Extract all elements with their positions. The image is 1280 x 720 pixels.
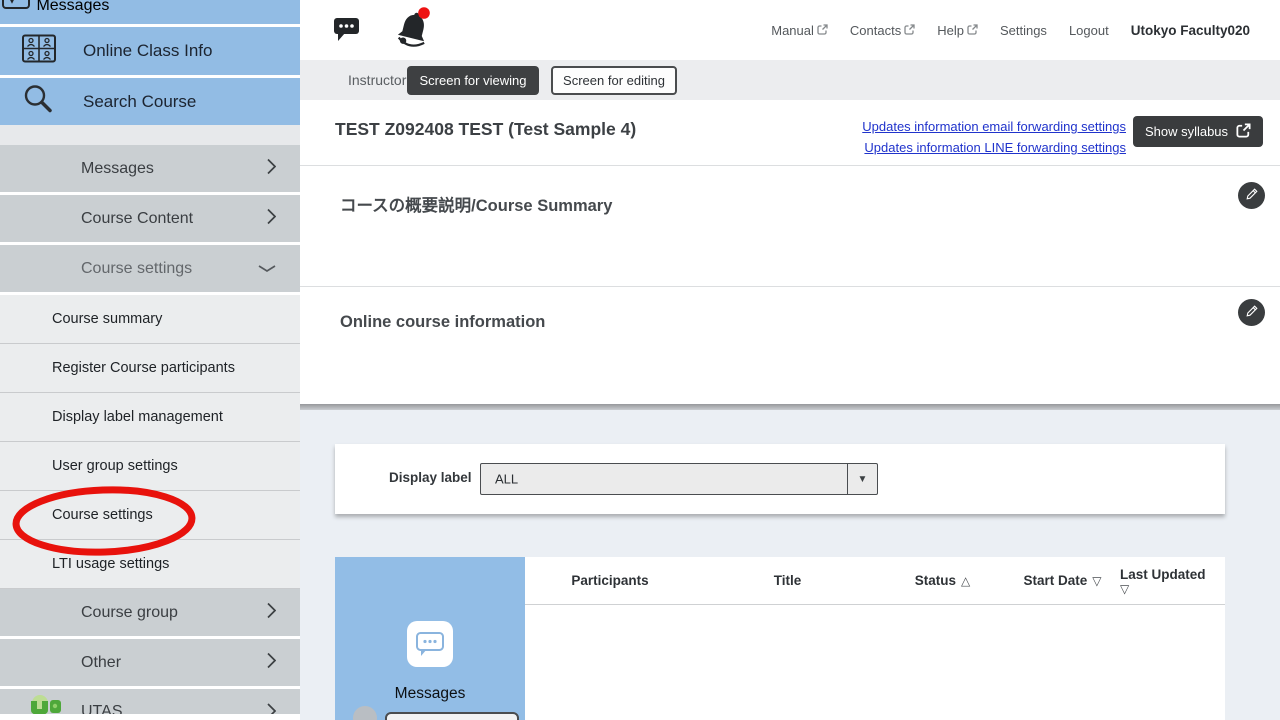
- online-course-info-heading: Online course information: [340, 313, 545, 332]
- view-tab-bar: Instructor Screen for viewing Screen for…: [300, 60, 1280, 100]
- nav-contacts-link[interactable]: Contacts: [850, 23, 915, 38]
- sidebar-item-online-class-info[interactable]: Online Class Info: [0, 27, 300, 75]
- email-forwarding-settings-link[interactable]: Updates information email forwarding set…: [862, 119, 1126, 134]
- nav-manual-link[interactable]: Manual: [771, 23, 828, 38]
- search-icon: [22, 83, 54, 120]
- group-label: UTAS: [81, 703, 122, 714]
- sidebar-group-messages[interactable]: Messages: [0, 145, 300, 192]
- course-header: TEST Z092408 TEST (Test Sample 4) Update…: [300, 100, 1280, 166]
- messages-tile[interactable]: Messages: [335, 557, 525, 720]
- partial-circle-control[interactable]: [353, 706, 377, 720]
- tile-label: Messages: [335, 685, 525, 703]
- top-toolbar: Manual Contacts Help Settings Logout U: [300, 0, 1280, 60]
- course-summary-section: コースの概要説明/Course Summary: [300, 166, 1280, 287]
- external-link-icon: [1236, 123, 1251, 141]
- table-header-row: Participants Title Status △ Start Date ▽: [525, 557, 1225, 605]
- col-status-sort[interactable]: Status △: [880, 557, 1005, 604]
- notes-icon: [0, 0, 36, 14]
- edit-online-course-info-button[interactable]: [1238, 299, 1265, 326]
- sidebar-item-lti-usage-settings[interactable]: LTI usage settings: [0, 540, 300, 589]
- group-label: Other: [81, 654, 121, 672]
- bell-icon[interactable]: [395, 6, 433, 55]
- utas-logo-icon: [28, 695, 64, 714]
- col-participants: Participants: [525, 557, 695, 604]
- chevron-right-icon: [267, 208, 276, 229]
- display-label-filter-panel: Display label ALL ▼: [335, 444, 1225, 514]
- chevron-down-icon: [258, 260, 276, 278]
- col-title: Title: [695, 557, 880, 604]
- sidebar-item-course-summary[interactable]: Course summary: [0, 295, 300, 344]
- sort-desc-icon: ▽: [1092, 574, 1101, 588]
- group-label: Messages: [81, 160, 154, 178]
- sidebar-item-label: Messages: [36, 0, 109, 14]
- chevron-right-icon: [267, 652, 276, 673]
- screen-for-viewing-button[interactable]: Screen for viewing: [407, 66, 539, 95]
- role-label: Instructor: [348, 72, 406, 88]
- chat-bubble-icon: [407, 621, 453, 667]
- online-course-info-section: Online course information: [300, 287, 1280, 404]
- sidebar-item-user-group-settings[interactable]: User group settings: [0, 442, 300, 491]
- col-last-updated-sort[interactable]: Last Updated ▽: [1120, 557, 1220, 604]
- group-label: Course settings: [81, 260, 192, 278]
- course-title: TEST Z092408 TEST (Test Sample 4): [335, 119, 636, 140]
- sidebar-item-search-course[interactable]: Search Course: [0, 78, 300, 125]
- group-label: Course group: [81, 604, 178, 622]
- sidebar-group-utas[interactable]: UTAS: [0, 689, 300, 714]
- partial-button-control[interactable]: [385, 712, 519, 720]
- nav-settings-link[interactable]: Settings: [1000, 23, 1047, 38]
- show-syllabus-button[interactable]: Show syllabus: [1133, 116, 1263, 147]
- top-nav: Manual Contacts Help Settings Logout U: [771, 0, 1280, 60]
- lms-page: Messages Online Class Info Search Course…: [0, 0, 1280, 720]
- sidebar-group-course-settings[interactable]: Course settings: [0, 245, 300, 292]
- external-link-icon: [817, 23, 828, 38]
- main-content: Manual Contacts Help Settings Logout U: [300, 0, 1280, 720]
- group-label: Course Content: [81, 210, 193, 228]
- sidebar-item-course-settings[interactable]: Course settings: [0, 491, 300, 540]
- pencil-icon: [1245, 187, 1259, 204]
- display-label-caption: Display label: [389, 470, 472, 485]
- sidebar-submenu-course-settings: Course summary Register Course participa…: [0, 295, 300, 589]
- pencil-icon: [1245, 304, 1259, 321]
- table-body-empty: [525, 605, 1225, 720]
- forwarding-links: Updates information email forwarding set…: [862, 119, 1126, 155]
- nav-help-link[interactable]: Help: [937, 23, 978, 38]
- sidebar-group-other[interactable]: Other: [0, 639, 300, 686]
- selected-option: ALL: [495, 472, 518, 487]
- sidebar-item-register-course-participants[interactable]: Register Course participants: [0, 344, 300, 393]
- user-name: Utokyo Faculty020: [1131, 23, 1250, 38]
- dropdown-arrow-icon: ▼: [847, 464, 877, 494]
- chevron-right-icon: [267, 158, 276, 179]
- sidebar-item-display-label-management[interactable]: Display label management: [0, 393, 300, 442]
- col-start-date-sort[interactable]: Start Date ▽: [1005, 557, 1120, 604]
- sidebar: Messages Online Class Info Search Course…: [0, 0, 300, 720]
- sidebar-group-course-content[interactable]: Course Content: [0, 195, 300, 242]
- chevron-right-icon: [267, 602, 276, 623]
- chevron-right-icon: [267, 703, 276, 714]
- messages-panel-area: Display label ALL ▼ Messages Participant…: [300, 410, 1280, 720]
- chat-bubble-icon[interactable]: [333, 17, 360, 47]
- sidebar-item-label: Online Class Info: [83, 41, 212, 61]
- display-label-select[interactable]: ALL ▼: [480, 463, 878, 495]
- class-grid-icon: [22, 35, 56, 68]
- line-forwarding-settings-link[interactable]: Updates information LINE forwarding sett…: [864, 140, 1126, 155]
- sort-asc-icon: △: [961, 574, 970, 588]
- external-link-icon: [967, 23, 978, 38]
- edit-course-summary-button[interactable]: [1238, 182, 1265, 209]
- sidebar-item-label: Search Course: [83, 92, 196, 112]
- external-link-icon: [904, 23, 915, 38]
- sidebar-item-messages-top[interactable]: Messages: [0, 0, 300, 24]
- messages-table: Participants Title Status △ Start Date ▽: [525, 557, 1225, 720]
- sort-desc-icon: ▽: [1120, 582, 1129, 596]
- sidebar-group-course-group[interactable]: Course group: [0, 589, 300, 636]
- course-summary-heading: コースの概要説明/Course Summary: [340, 192, 612, 216]
- screen-for-editing-button[interactable]: Screen for editing: [551, 66, 677, 95]
- nav-logout-link[interactable]: Logout: [1069, 23, 1109, 38]
